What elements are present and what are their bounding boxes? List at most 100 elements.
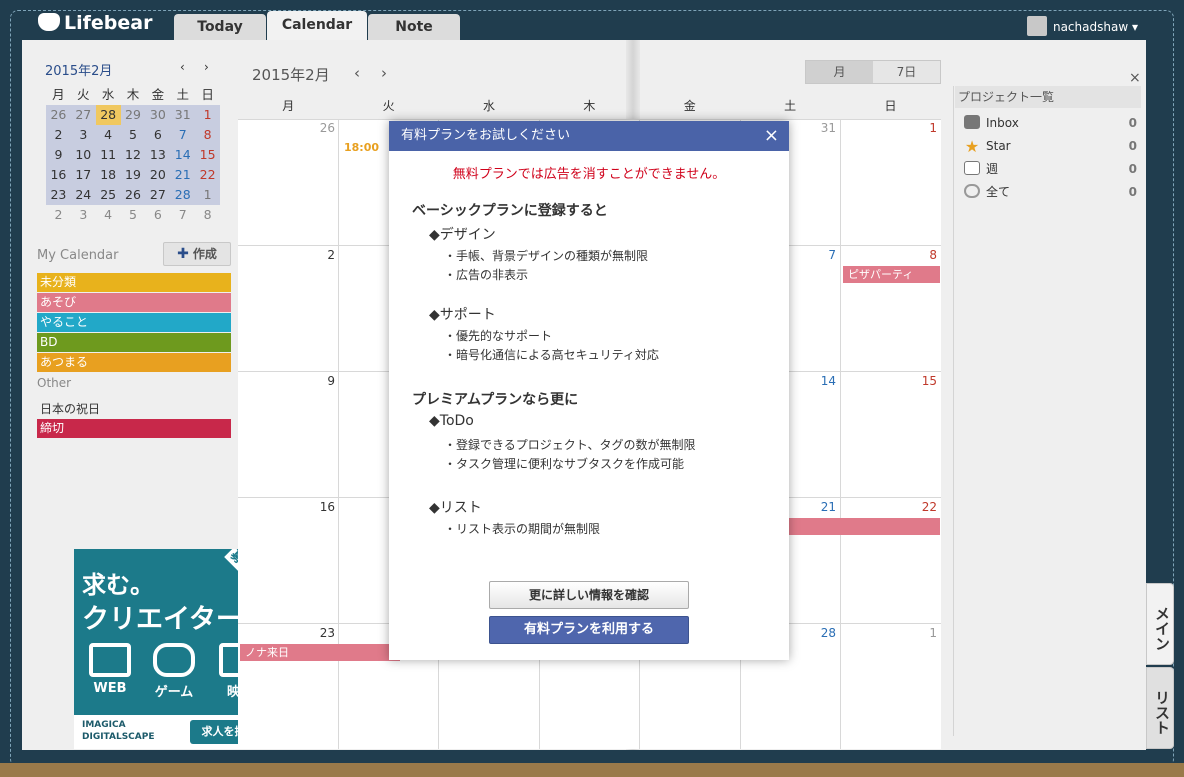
mini-day[interactable]: 1 (195, 185, 220, 205)
mini-day[interactable]: 8 (195, 125, 220, 145)
mini-day[interactable]: 2 (46, 205, 71, 225)
event-bar[interactable] (786, 518, 940, 535)
mini-day[interactable]: 8 (195, 205, 220, 225)
weekday-header: 月 火 水 木 金 土 日 (238, 95, 941, 119)
project-label: Inbox (986, 116, 1019, 130)
day-number[interactable]: 23 (305, 626, 335, 640)
day-number[interactable]: 15 (907, 374, 937, 388)
mini-day[interactable]: 5 (121, 205, 146, 225)
mini-day[interactable]: 27 (71, 105, 96, 125)
mini-day[interactable]: 5 (121, 125, 146, 145)
mini-next-icon[interactable]: › (204, 60, 209, 74)
tab-calendar[interactable]: Calendar (267, 11, 367, 40)
calendar-item-deadline[interactable]: 締切 (37, 419, 231, 438)
calendar-item[interactable]: あそび (37, 293, 231, 312)
create-label: 作成 (192, 247, 217, 261)
mini-day[interactable]: 26 (46, 105, 71, 125)
project-label: Star (986, 139, 1011, 153)
mini-day[interactable]: 10 (71, 145, 96, 165)
mini-weekday: 月 (52, 87, 65, 102)
day-number[interactable]: 21 (806, 500, 836, 514)
gamepad-icon (153, 643, 195, 677)
mini-day[interactable]: 17 (71, 165, 96, 185)
day-number[interactable]: 14 (806, 374, 836, 388)
tab-today[interactable]: Today (174, 14, 266, 40)
side-tab-main[interactable]: メイン (1146, 583, 1174, 665)
mini-prev-icon[interactable]: ‹ (180, 60, 185, 74)
project-item-week[interactable]: 週0 (964, 158, 1140, 180)
mini-day[interactable]: 29 (121, 105, 146, 125)
mini-day[interactable]: 14 (170, 145, 195, 165)
day-number[interactable]: 8 (907, 248, 937, 262)
calendar-item[interactable]: 未分類 (37, 273, 231, 292)
day-number[interactable]: 31 (806, 121, 836, 135)
user-menu[interactable]: nachadshaw ▾ (1026, 16, 1138, 36)
mini-day[interactable]: 9 (46, 145, 71, 165)
more-info-button[interactable]: 更に詳しい情報を確認 (489, 581, 689, 609)
mini-day[interactable]: 13 (145, 145, 170, 165)
main-next-icon[interactable]: › (381, 64, 387, 82)
mini-day[interactable]: 27 (145, 185, 170, 205)
mini-day[interactable]: 16 (46, 165, 71, 185)
view-week-button[interactable]: 7日 (873, 61, 940, 83)
mini-day[interactable]: 7 (170, 125, 195, 145)
tab-note[interactable]: Note (368, 14, 460, 40)
mini-day[interactable]: 23 (46, 185, 71, 205)
day-number[interactable]: 26 (305, 121, 335, 135)
project-close-icon[interactable]: × (1129, 70, 1141, 86)
mini-day[interactable]: 25 (96, 185, 121, 205)
calendar-item[interactable]: あつまる (37, 353, 231, 372)
mini-day[interactable]: 20 (145, 165, 170, 185)
event-pizza-party[interactable]: ピザパーティ (843, 266, 940, 283)
day-number[interactable]: 28 (806, 626, 836, 640)
mini-day[interactable]: 6 (145, 125, 170, 145)
mini-day[interactable]: 7 (170, 205, 195, 225)
mini-day[interactable]: 15 (195, 145, 220, 165)
mini-day[interactable]: 1 (195, 105, 220, 125)
use-paid-plan-button[interactable]: 有料プランを利用する (489, 616, 689, 644)
main-prev-icon[interactable]: ‹ (354, 64, 360, 82)
support-heading: ◆サポート (429, 307, 496, 323)
mini-day[interactable]: 3 (71, 205, 96, 225)
day-number[interactable]: 7 (806, 248, 836, 262)
event-time[interactable]: 18:00 (344, 141, 379, 154)
project-item-all[interactable]: 全て 0 (964, 181, 1140, 203)
project-item-star[interactable]: ★ Star 0 (964, 135, 1140, 157)
day-number[interactable]: 9 (305, 374, 335, 388)
view-month-button[interactable]: 月 (806, 61, 873, 83)
mini-day[interactable]: 18 (96, 165, 121, 185)
side-tab-list[interactable]: リスト (1146, 667, 1174, 749)
calendar-item[interactable]: やること (37, 313, 231, 332)
calendar-item[interactable]: BD (37, 333, 231, 352)
logo[interactable]: Lifebear (38, 12, 152, 34)
mini-day[interactable]: 24 (71, 185, 96, 205)
mini-day[interactable]: 22 (195, 165, 220, 185)
day-number[interactable]: 22 (907, 500, 937, 514)
mini-day-today[interactable]: 28 (95, 105, 121, 125)
mini-day[interactable]: 21 (170, 165, 195, 185)
mini-day[interactable]: 3 (71, 125, 96, 145)
grid-line (238, 119, 941, 120)
mini-day[interactable]: 28 (170, 185, 195, 205)
mini-day[interactable]: 30 (145, 105, 170, 125)
mini-week-row: 16 17 18 19 20 21 22 (46, 165, 220, 185)
mini-day[interactable]: 11 (96, 145, 121, 165)
mini-calendar: 2015年2月 (45, 60, 225, 79)
mini-day[interactable]: 4 (96, 125, 121, 145)
mini-day[interactable]: 6 (145, 205, 170, 225)
mini-day[interactable]: 26 (121, 185, 146, 205)
mini-day[interactable]: 31 (170, 105, 195, 125)
day-number[interactable]: 1 (907, 626, 937, 640)
close-icon[interactable]: × (764, 121, 779, 151)
holiday-calendar[interactable]: 日本の祝日 (40, 400, 100, 417)
day-number[interactable]: 16 (305, 500, 335, 514)
mini-day[interactable]: 2 (46, 125, 71, 145)
event-nona[interactable]: ノナ来日 (240, 644, 400, 661)
mini-day[interactable]: 12 (121, 145, 146, 165)
project-item-inbox[interactable]: Inbox 0 (964, 112, 1140, 134)
create-calendar-button[interactable]: ✚ 作成 (163, 242, 231, 266)
mini-day[interactable]: 4 (96, 205, 121, 225)
day-number[interactable]: 1 (907, 121, 937, 135)
mini-day[interactable]: 19 (121, 165, 146, 185)
day-number[interactable]: 2 (305, 248, 335, 262)
